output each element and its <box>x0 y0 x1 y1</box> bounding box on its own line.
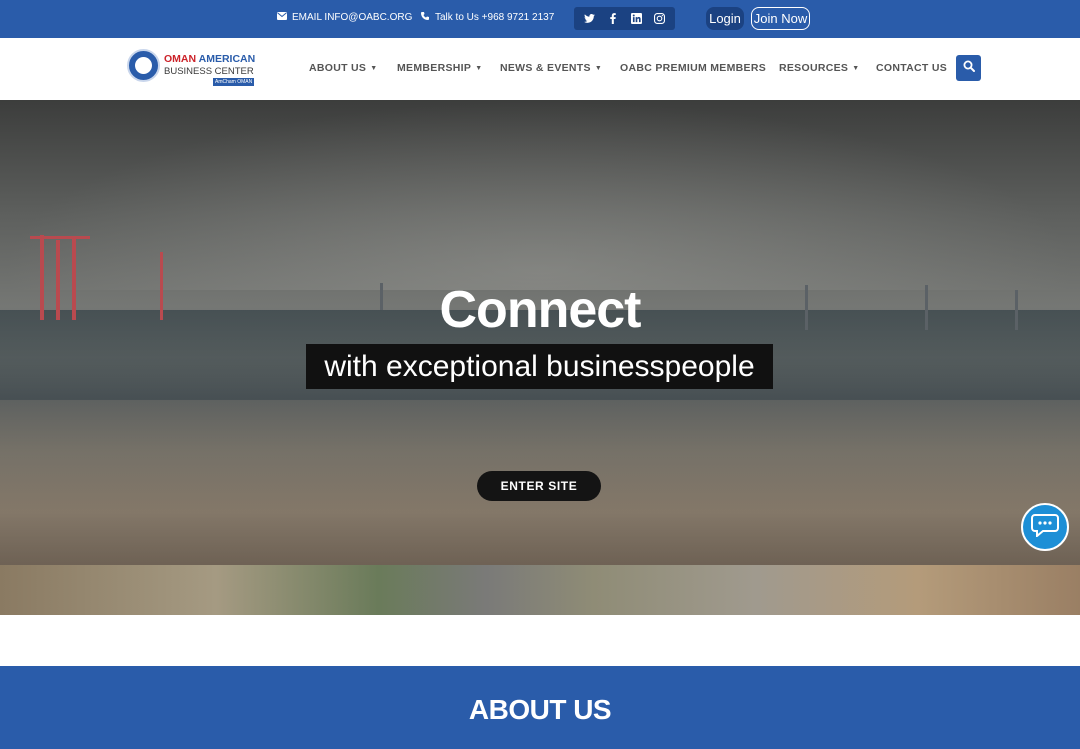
phone-text: Talk to Us +968 9721 2137 <box>435 12 555 23</box>
about-section: ABOUT US <box>0 666 1080 749</box>
chevron-down-icon: ▼ <box>370 64 378 72</box>
phone-link[interactable]: Talk to Us +968 9721 2137 <box>421 12 554 23</box>
main-navbar: OMAN AMERICAN BUSINESS CENTER AmCham OMA… <box>0 38 1080 100</box>
twitter-icon[interactable] <box>581 10 599 28</box>
logo-line1: OMAN AMERICAN <box>164 53 256 65</box>
logo-seal-icon <box>127 49 160 82</box>
hero-title: Connect <box>439 281 642 339</box>
nav-item-resources[interactable]: RESOURCES ▼ <box>779 62 859 74</box>
nav-item-label: ABOUT US <box>309 62 367 74</box>
login-button[interactable]: Login <box>706 7 744 30</box>
join-now-button[interactable]: Join Now <box>751 7 810 30</box>
facebook-icon[interactable] <box>604 10 622 28</box>
envelope-icon <box>277 12 287 23</box>
nav-item-label: OABC PREMIUM MEMBERS <box>620 62 767 74</box>
nav-item-label: MEMBERSHIP <box>397 62 472 74</box>
linkedin-icon[interactable] <box>627 10 645 28</box>
chevron-down-icon: ▼ <box>594 64 603 72</box>
about-heading: ABOUT US <box>468 694 612 725</box>
email-link[interactable]: EMAIL INFO@OABC.ORG <box>277 12 412 23</box>
social-links <box>574 7 675 30</box>
search-icon <box>963 59 975 77</box>
search-button[interactable] <box>956 55 981 81</box>
site-logo[interactable]: OMAN AMERICAN BUSINESS CENTER AmCham OMA… <box>127 49 256 87</box>
nav-item-label: RESOURCES <box>779 62 849 74</box>
nav-item-membership[interactable]: MEMBERSHIP ▼ <box>397 62 482 74</box>
nav-item-news-events[interactable]: NEWS & EVENTS ▼ <box>500 62 602 74</box>
chevron-down-icon: ▼ <box>852 64 860 72</box>
nav-item-premium-members[interactable]: OABC PREMIUM MEMBERS <box>620 62 766 74</box>
chat-button[interactable] <box>1021 503 1069 551</box>
hero-aerial-strip <box>0 565 1080 615</box>
email-text: EMAIL INFO@OABC.ORG <box>292 12 413 23</box>
enter-site-button[interactable]: ENTER SITE <box>477 471 601 501</box>
logo-line3: AmCham OMAN <box>213 78 255 86</box>
instagram-icon[interactable] <box>650 10 668 28</box>
nav-item-label: NEWS & EVENTS <box>500 62 591 74</box>
nav-item-contact-us[interactable]: CONTACT US <box>876 62 947 74</box>
crane-decoration <box>30 236 90 239</box>
hero-subtitle: with exceptional businesspeople <box>306 344 773 389</box>
phone-icon <box>421 12 429 23</box>
hero-banner: Connect with exceptional businesspeople … <box>0 100 1080 615</box>
chat-bubble-icon <box>1031 513 1059 542</box>
nav-item-label: CONTACT US <box>876 62 948 74</box>
chevron-down-icon: ▼ <box>475 64 483 72</box>
logo-line2: BUSINESS CENTER <box>164 66 254 77</box>
top-bar: EMAIL INFO@OABC.ORG Talk to Us +968 9721… <box>0 0 1080 38</box>
nav-item-about-us[interactable]: ABOUT US ▼ <box>309 62 377 74</box>
